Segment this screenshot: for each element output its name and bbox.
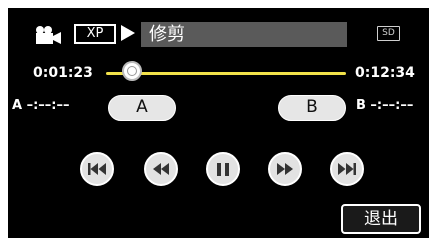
video-camera-icon	[33, 25, 63, 49]
sd-card-icon: SD	[377, 26, 400, 41]
set-a-button[interactable]: A	[108, 95, 176, 121]
quality-badge: XP	[74, 24, 116, 44]
timeline-slider[interactable]	[106, 72, 346, 75]
fast-forward-icon	[277, 163, 293, 175]
play-indicator-icon	[120, 25, 136, 45]
skip-previous-button[interactable]	[80, 152, 114, 186]
total-time: 0:12:34	[355, 65, 415, 81]
current-time: 0:01:23	[33, 65, 93, 81]
skip-previous-icon	[88, 163, 106, 175]
skip-next-button[interactable]	[330, 152, 364, 186]
marker-b-time: B –:––:––	[356, 98, 414, 113]
pause-icon	[217, 162, 229, 176]
fast-forward-button[interactable]	[268, 152, 302, 186]
marker-a-time: A –:––:––	[12, 98, 70, 113]
skip-next-icon	[338, 163, 356, 175]
set-b-button[interactable]: B	[278, 95, 346, 121]
slider-knob[interactable]	[122, 61, 143, 81]
rewind-button[interactable]	[144, 152, 178, 186]
screen-title: 修剪	[141, 22, 347, 47]
rewind-icon	[153, 163, 169, 175]
pause-button[interactable]	[206, 152, 240, 186]
playback-screen: XP 修剪 SD 0:01:23 0:12:34 A –:––:–– A B B…	[8, 8, 429, 238]
exit-button[interactable]: 退出	[341, 204, 421, 234]
